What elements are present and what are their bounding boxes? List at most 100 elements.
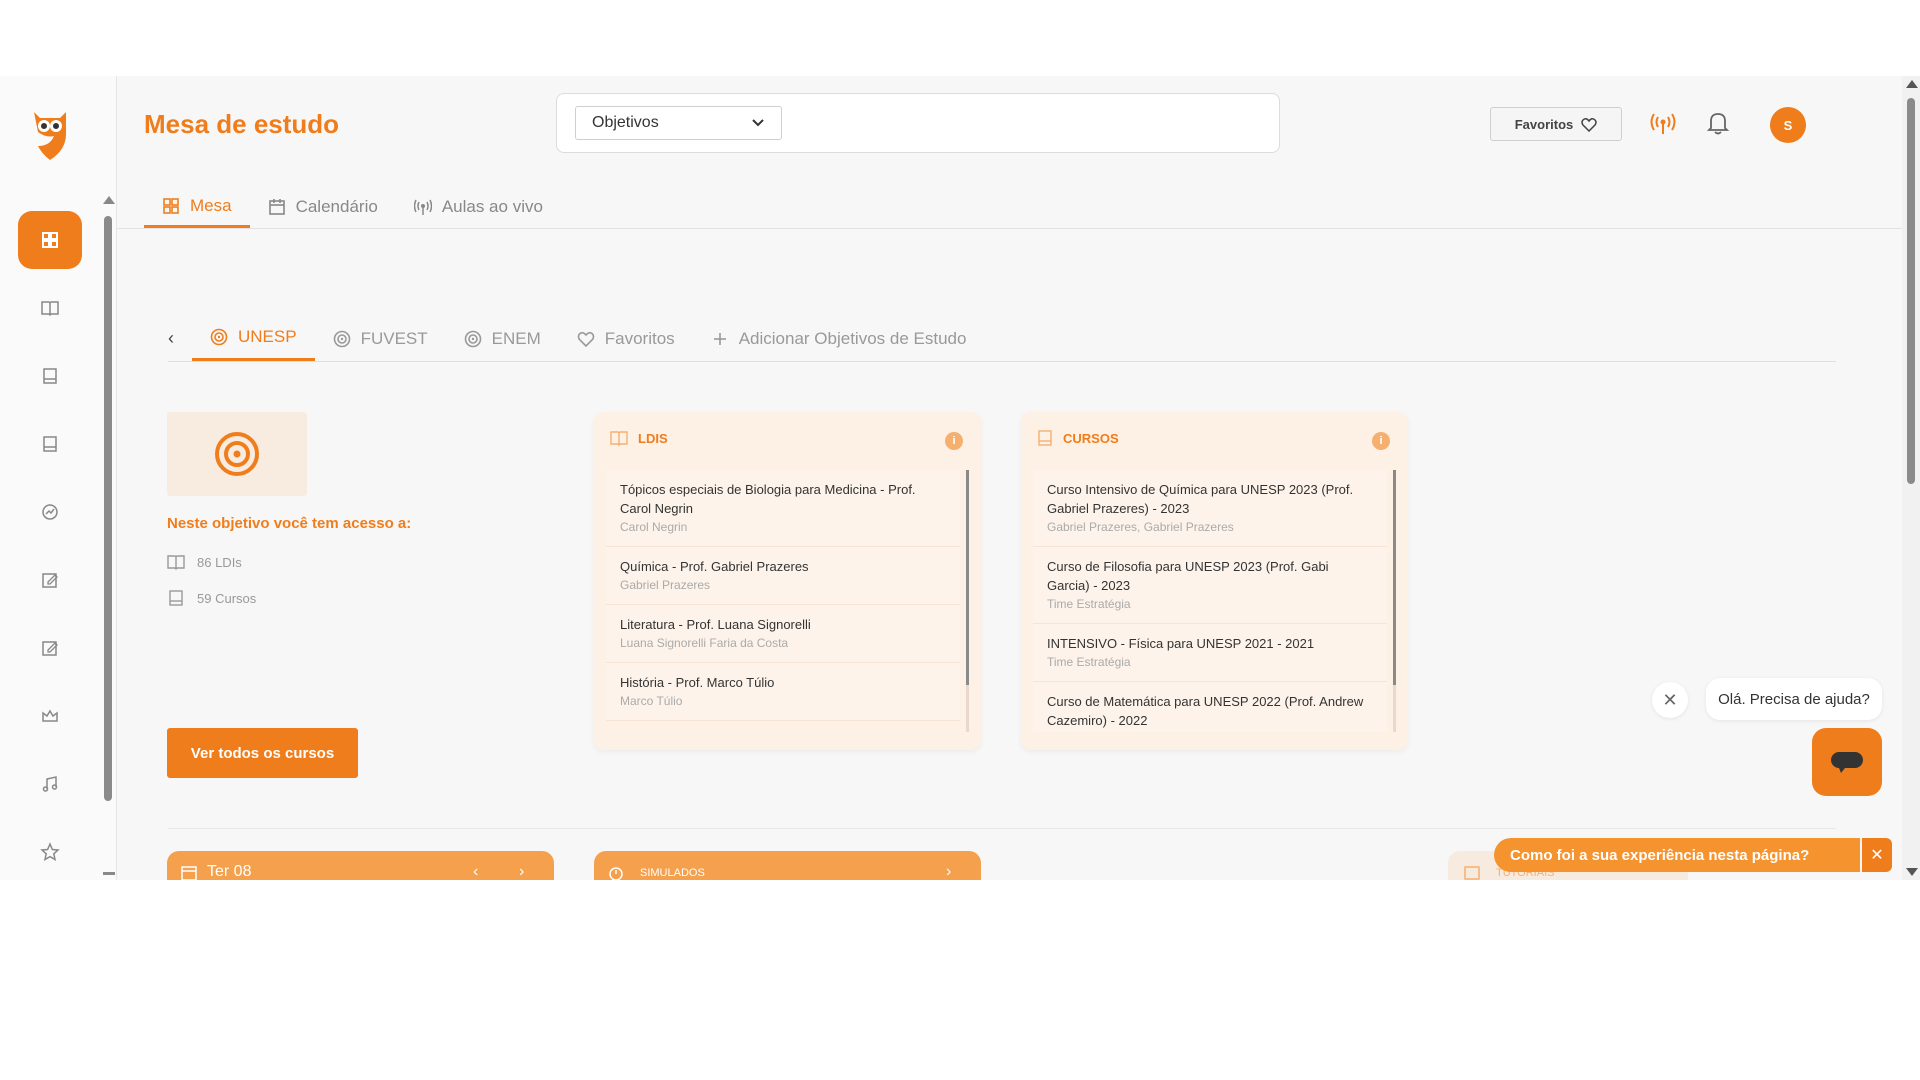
info-icon[interactable]: i xyxy=(945,432,963,450)
chevron-left-icon[interactable]: ‹ xyxy=(168,328,192,349)
sidebar-item-audio[interactable] xyxy=(18,755,82,813)
scroll-up-icon[interactable] xyxy=(1906,80,1918,88)
chat-icon xyxy=(1831,752,1863,773)
chevron-down-icon xyxy=(752,119,764,127)
add-objetivo-button[interactable]: Adicionar Objetivos de Estudo xyxy=(693,316,985,361)
target-icon xyxy=(333,330,350,347)
feedback-bar[interactable]: Como foi a sua experiência nesta página? xyxy=(1494,838,1860,872)
list-item[interactable]: Curso de Filosofia para UNESP 2023 (Prof… xyxy=(1033,547,1387,624)
list-item-title: INTENSIVO - Física para UNESP 2021 - 202… xyxy=(1047,636,1315,651)
simulados-card[interactable]: SIMULADOS › xyxy=(594,851,981,880)
sidebar-item-premium[interactable] xyxy=(18,687,82,745)
cursos-card-title: CURSOS xyxy=(1063,430,1119,446)
bell-icon[interactable] xyxy=(1706,110,1730,136)
tab-aulas-label: Aulas ao vivo xyxy=(441,197,543,216)
sidebar-item-favoritos[interactable] xyxy=(18,823,82,880)
star-icon xyxy=(40,842,60,861)
list-item[interactable]: INTENSIVO - Física para UNESP 2021 - 202… xyxy=(1033,624,1387,682)
tab-mesa-label: Mesa xyxy=(190,195,232,215)
list-item[interactable]: História - Prof. Marco Túlio Marco Túlio xyxy=(606,663,960,721)
tab-unesp[interactable]: UNESP xyxy=(192,316,315,361)
heart-icon xyxy=(1581,117,1597,132)
calendar-card[interactable]: Ter 08 ‹ › xyxy=(167,851,554,880)
sidebar-item-mesa[interactable] xyxy=(18,211,82,269)
tab-enem-label: ENEM xyxy=(491,328,541,348)
book-icon xyxy=(169,590,183,606)
list-item-subtitle: Gabriel Prazeres, Gabriel Prazeres xyxy=(1047,520,1234,534)
target-icon xyxy=(210,328,228,346)
list-item[interactable]: Literatura - Prof. Luana Signorelli Luan… xyxy=(606,605,960,663)
book-open-icon xyxy=(610,431,628,446)
crown-icon xyxy=(42,709,58,722)
sidebar-item-material[interactable] xyxy=(18,415,82,473)
owl-logo-icon[interactable] xyxy=(30,106,70,162)
chat-close-button[interactable]: ✕ xyxy=(1652,682,1688,718)
main-scrollbar[interactable] xyxy=(1902,76,1920,880)
cursos-count: 59 Cursos xyxy=(167,590,256,606)
scroll-down-icon[interactable] xyxy=(1906,868,1918,876)
sidebar-item-ldis[interactable] xyxy=(18,279,82,337)
chat-bubble[interactable]: Olá. Precisa de ajuda? xyxy=(1706,678,1882,720)
tab-calendario-label: Calendário xyxy=(295,197,378,216)
cursos-card: CURSOS i Curso Intensivo de Química para… xyxy=(1021,412,1408,750)
list-item-subtitle: Luana Signorelli Faria da Costa xyxy=(620,636,789,650)
access-title: Neste objetivo você tem acesso a: xyxy=(167,515,412,532)
add-objetivo-label: Adicionar Objetivos de Estudo xyxy=(738,328,967,348)
cursos-count-label: 59 Cursos xyxy=(197,590,257,606)
chevron-right-icon[interactable]: › xyxy=(946,863,951,880)
ver-todos-cursos-button[interactable]: Ver todos os cursos xyxy=(167,728,358,778)
scrollbar-thumb[interactable] xyxy=(1907,98,1915,484)
cursos-card-header: CURSOS xyxy=(1037,430,1119,446)
ldis-scrollbar[interactable] xyxy=(966,470,969,732)
sidebar-item-simulados[interactable] xyxy=(18,619,82,677)
grid-icon xyxy=(163,197,179,214)
list-item-title: História - Prof. Marco Túlio xyxy=(620,675,775,690)
book-open-icon xyxy=(41,301,59,317)
book-icon xyxy=(43,368,57,384)
sidebar-item-questoes[interactable] xyxy=(18,551,82,609)
scrollbar-thumb[interactable] xyxy=(104,216,112,801)
chevron-left-icon[interactable]: ‹ xyxy=(473,863,478,880)
live-broadcast-icon[interactable] xyxy=(1650,112,1676,136)
feedback-close-button[interactable]: ✕ xyxy=(1862,838,1892,872)
tab-favoritos[interactable]: Favoritos xyxy=(559,316,693,361)
ldis-card-header: LDIS xyxy=(610,430,668,446)
music-note-icon xyxy=(42,776,58,792)
scroll-up-icon[interactable] xyxy=(103,196,115,204)
avatar[interactable]: S xyxy=(1770,107,1806,143)
sidebar-item-desempenho[interactable] xyxy=(18,483,82,541)
page-title: Mesa de estudo xyxy=(144,109,340,139)
tab-fuvest[interactable]: FUVEST xyxy=(315,316,446,361)
list-item[interactable]: Tópicos especiais de Biologia para Medic… xyxy=(606,470,960,547)
favoritos-button[interactable]: Favoritos xyxy=(1490,107,1622,141)
chat-button[interactable] xyxy=(1812,728,1882,796)
ldis-count-label: 86 LDIs xyxy=(197,554,242,570)
tab-aulas-ao-vivo[interactable]: Aulas ao vivo xyxy=(396,186,561,228)
tab-fuvest-label: FUVEST xyxy=(360,328,428,348)
list-item-title: Curso Intensivo de Química para UNESP 20… xyxy=(1047,482,1354,516)
info-icon[interactable]: i xyxy=(1372,432,1390,450)
tab-enem[interactable]: ENEM xyxy=(446,316,559,361)
chevron-right-icon[interactable]: › xyxy=(519,863,524,880)
sidebar-item-cursos[interactable] xyxy=(18,347,82,405)
list-item[interactable]: Curso de Matemática para UNESP 2022 (Pro… xyxy=(1033,682,1387,732)
list-item[interactable]: Química - Prof. Gabriel Prazeres Gabriel… xyxy=(606,547,960,605)
scrollbar-thumb[interactable] xyxy=(966,470,969,685)
tab-calendario[interactable]: Calendário xyxy=(250,186,396,228)
list-item-subtitle: Time Estratégia xyxy=(1047,597,1131,611)
edit-note-icon xyxy=(42,573,58,588)
sidebar xyxy=(0,76,117,880)
scroll-down-icon[interactable] xyxy=(103,872,115,875)
grid-icon xyxy=(42,232,58,248)
objective-target-tile xyxy=(167,412,307,496)
list-item[interactable]: Curso Intensivo de Química para UNESP 20… xyxy=(1033,470,1387,547)
objetivos-select[interactable]: Objetivos xyxy=(575,106,782,140)
cursos-scrollbar[interactable] xyxy=(1393,470,1396,732)
book-icon xyxy=(1038,430,1052,446)
scrollbar-thumb[interactable] xyxy=(1393,470,1396,685)
tab-mesa[interactable]: Mesa xyxy=(144,186,250,228)
heart-icon xyxy=(577,331,595,347)
tab-unesp-label: UNESP xyxy=(238,327,297,346)
sidebar-scrollbar[interactable] xyxy=(101,196,115,880)
simulados-label: SIMULADOS xyxy=(640,867,705,879)
